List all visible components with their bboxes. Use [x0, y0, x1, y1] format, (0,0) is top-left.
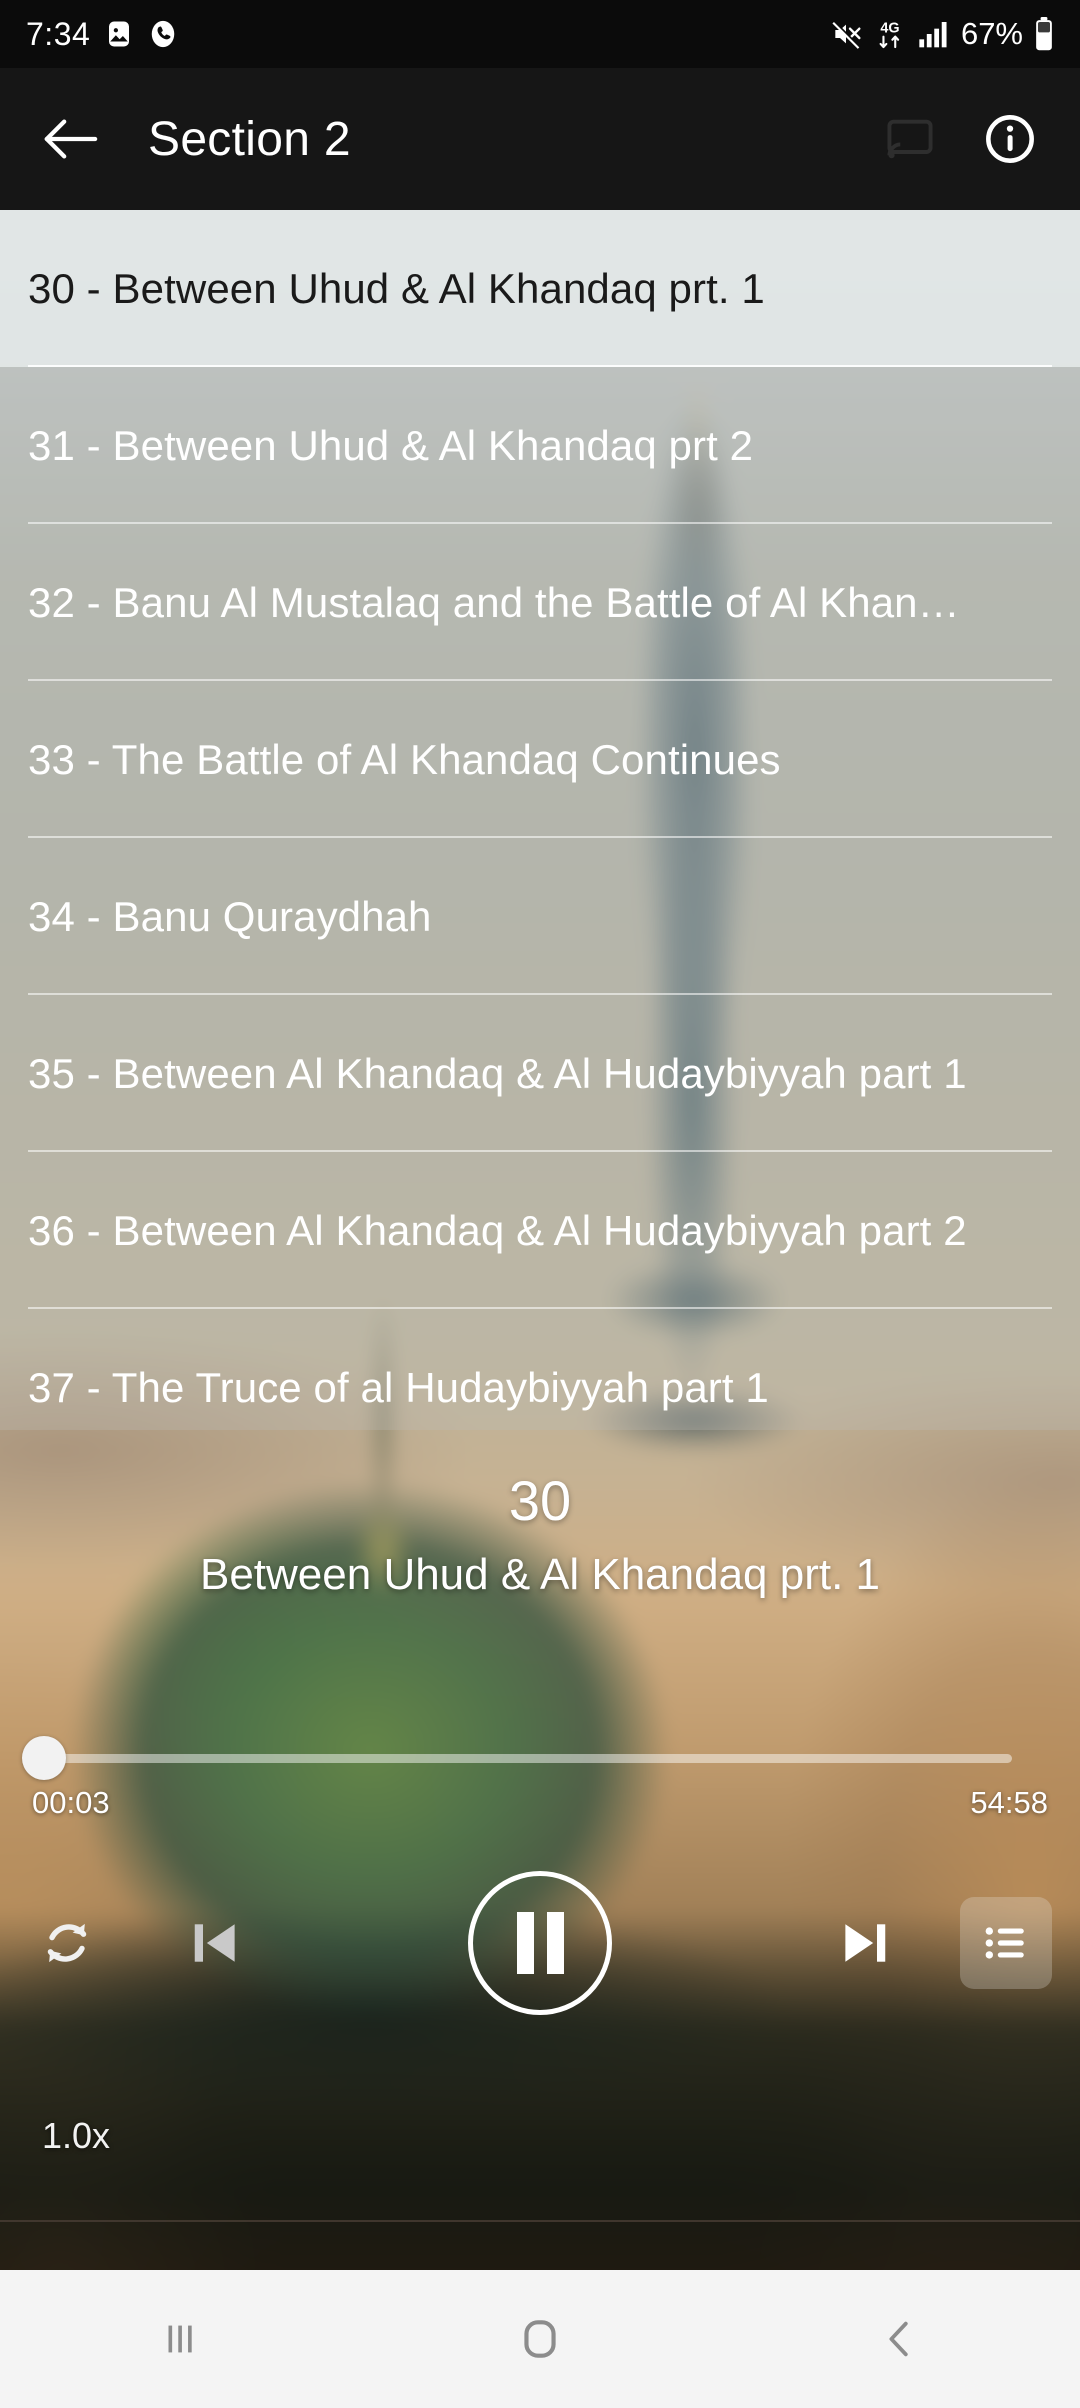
- track-label: 34 - Banu Quraydhah: [28, 892, 432, 940]
- next-track-button[interactable]: [820, 1897, 912, 1989]
- track-label: 31 - Between Uhud & Al Khandaq prt 2: [28, 421, 754, 469]
- phone-screen: 7:34 4G 67% Section 2 30 - Between Uhud …: [0, 0, 1080, 2408]
- info-icon[interactable]: [984, 113, 1036, 165]
- track-list-item[interactable]: 30 - Between Uhud & Al Khandaq prt. 1: [0, 210, 1080, 367]
- track-label: 37 - The Truce of al Hudaybiyyah part 1: [28, 1363, 769, 1411]
- app-bar: Section 2: [0, 68, 1080, 210]
- now-playing-title: Between Uhud & Al Khandaq prt. 1: [199, 1550, 881, 1599]
- seek-bar-thumb[interactable]: [22, 1736, 66, 1780]
- playback-speed-label[interactable]: 1.0x: [42, 2115, 110, 2157]
- now-playing-number: 30: [508, 1469, 572, 1532]
- cast-icon[interactable]: [884, 113, 936, 165]
- track-label: 30 - Between Uhud & Al Khandaq prt. 1: [28, 264, 765, 312]
- home-button[interactable]: [450, 2270, 630, 2408]
- battery-icon: [1034, 17, 1054, 51]
- track-list-item[interactable]: 32 - Banu Al Mustalaq and the Battle of …: [0, 524, 1080, 681]
- status-bar: 7:34 4G 67%: [0, 0, 1080, 68]
- track-label: 32 - Banu Al Mustalaq and the Battle of …: [28, 578, 960, 626]
- skip-next-icon: [845, 1924, 886, 1962]
- back-arrow-icon: [44, 119, 98, 159]
- track-label: 33 - The Battle of Al Khandaq Continues: [28, 735, 781, 783]
- total-duration: 54:58: [970, 1785, 1048, 1820]
- elapsed-time: 00:03: [32, 1785, 110, 1820]
- back-chevron-icon: [889, 2321, 908, 2357]
- status-bar-clock: 7:34: [26, 15, 91, 52]
- track-list-item[interactable]: 33 - The Battle of Al Khandaq Continues: [0, 681, 1080, 838]
- track-list-item[interactable]: 31 - Between Uhud & Al Khandaq prt 2: [0, 367, 1080, 524]
- repeat-button[interactable]: [28, 1904, 106, 1982]
- home-icon: [524, 2320, 556, 2358]
- seek-bar-track[interactable]: [44, 1754, 1012, 1763]
- back-button-nav[interactable]: [810, 2270, 990, 2408]
- mute-icon: [830, 18, 862, 50]
- android-nav-bar: [0, 2270, 1080, 2408]
- track-list-item[interactable]: 37 - The Truce of al Hudaybiyyah part 1: [0, 1309, 1080, 1430]
- recent-apps-button[interactable]: [90, 2270, 270, 2408]
- image-icon: [104, 19, 134, 49]
- track-list-item[interactable]: 36 - Between Al Khandaq & Al Hudaybiyyah…: [0, 1152, 1080, 1309]
- track-list-item[interactable]: 35 - Between Al Khandaq & Al Hudaybiyyah…: [0, 995, 1080, 1152]
- track-label: 36 - Between Al Khandaq & Al Hudaybiyyah…: [28, 1206, 967, 1254]
- seek-bar[interactable]: [0, 1728, 1080, 1788]
- time-row: 00:03 54:58: [0, 1785, 1080, 1821]
- playlist-queue-icon: [985, 1927, 1024, 1959]
- phone-call-icon: [148, 19, 178, 49]
- transport-controls: [0, 1858, 1080, 2028]
- repeat-icon: [47, 1923, 87, 1963]
- battery-percent-label: 67%: [960, 16, 1023, 51]
- page-title: Section 2: [148, 112, 351, 166]
- track-label: 35 - Between Al Khandaq & Al Hudaybiyyah…: [28, 1049, 967, 1097]
- play-pause-button[interactable]: [468, 1871, 612, 2015]
- skip-previous-icon: [194, 1924, 235, 1962]
- previous-track-button[interactable]: [168, 1897, 260, 1989]
- recent-apps-icon: [168, 2325, 192, 2353]
- network-4g-icon: 4G: [873, 17, 907, 51]
- pause-icon: [468, 1871, 612, 2015]
- signal-bars-icon: [918, 19, 950, 49]
- back-button[interactable]: [18, 117, 122, 161]
- queue-button[interactable]: [960, 1897, 1052, 1989]
- player-panel: 30 Between Uhud & Al Khandaq prt. 1 00:0…: [0, 1430, 1080, 2270]
- track-list-item[interactable]: 34 - Banu Quraydhah: [0, 838, 1080, 995]
- svg-text:4G: 4G: [880, 21, 899, 37]
- track-list[interactable]: 30 - Between Uhud & Al Khandaq prt. 1 31…: [0, 210, 1080, 1430]
- playback-speed-slider[interactable]: [0, 2220, 1080, 2222]
